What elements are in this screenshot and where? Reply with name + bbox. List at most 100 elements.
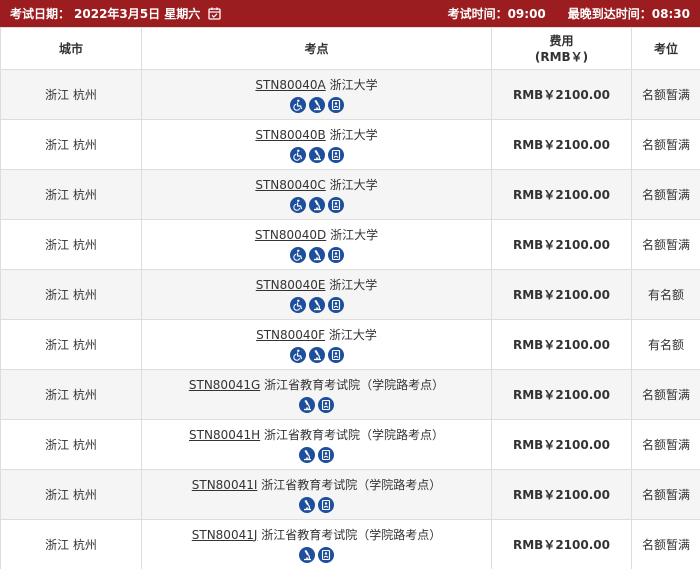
center-name: 浙江省教育考试院（学院路考点） [261,477,442,492]
test-center-table: 城市 考点 费用 (RMB￥) 考位 浙江 杭州 STN80040A 浙江大学 … [0,27,700,569]
id-card-icon [327,146,344,163]
fee-cell: RMB￥2100.00 [491,69,632,120]
facility-icons [142,296,491,313]
center-code-link[interactable]: STN80041G [189,378,260,392]
col-header-center: 考点 [141,27,492,70]
center-name: 浙江省教育考试院（学院路考点） [261,527,442,542]
center-name: 浙江大学 [329,177,378,192]
center-name: 浙江大学 [330,227,379,242]
microscope-icon [308,196,325,213]
center-code-link[interactable]: STN80040D [255,228,326,242]
city-cell: 浙江 杭州 [0,119,142,170]
fee-cell: RMB￥2100.00 [491,219,632,270]
center-cell: STN80041J 浙江省教育考试院（学院路考点） [141,519,492,569]
id-card-icon [318,396,334,413]
center-code-link[interactable]: STN80041I [192,478,258,492]
table-row: 浙江 杭州 STN80041G 浙江省教育考试院（学院路考点） RMB￥2100… [0,369,700,420]
exam-schedule-panel: 考试日期： 2022年3月5日 星期六 考试时间： 09:00 最晚到达时间： … [0,0,700,569]
center-code-link[interactable]: STN80040A [255,78,325,92]
seat-status-cell: 名额暂满 [631,219,700,270]
city-cell: 浙江 杭州 [0,369,142,420]
id-card-icon [327,346,344,363]
id-card-icon [327,196,344,213]
facility-icons [142,546,491,563]
seat-status-cell: 名额暂满 [631,69,700,120]
city-cell: 浙江 杭州 [0,269,142,320]
table-row: 浙江 杭州 STN80040A 浙江大学 RMB￥2100.00 名额暂满 [0,69,700,120]
fee-cell: RMB￥2100.00 [491,369,632,420]
center-name: 浙江大学 [329,127,378,142]
facility-icons [142,146,491,163]
exam-time-value: 09:00 [507,6,546,21]
center-code-link[interactable]: STN80040E [256,278,326,292]
center-cell: STN80040C 浙江大学 [141,169,492,220]
seat-status-cell: 名额暂满 [631,169,700,220]
wheelchair-icon [289,296,306,313]
table-row: 浙江 杭州 STN80041J 浙江省教育考试院（学院路考点） RMB￥2100… [0,519,700,569]
microscope-icon [299,446,315,463]
seat-status-cell: 名额暂满 [631,119,700,170]
table-row: 浙江 杭州 STN80041H 浙江省教育考试院（学院路考点） RMB￥2100… [0,419,700,470]
microscope-icon [299,396,315,413]
id-card-icon [318,446,334,463]
center-code-link[interactable]: STN80040B [255,128,325,142]
col-header-seat: 考位 [631,27,700,70]
id-card-icon [327,246,344,263]
center-name: 浙江大学 [329,277,378,292]
fee-cell: RMB￥2100.00 [491,269,632,320]
center-cell: STN80040A 浙江大学 [141,69,492,120]
table-row: 浙江 杭州 STN80040D 浙江大学 RMB￥2100.00 名额暂满 [0,219,700,270]
table-row: 浙江 杭州 STN80040C 浙江大学 RMB￥2100.00 名额暂满 [0,169,700,220]
city-cell: 浙江 杭州 [0,219,142,270]
table-header-row: 城市 考点 费用 (RMB￥) 考位 [0,27,700,70]
facility-icons [142,446,491,463]
id-card-icon [318,496,334,513]
fee-cell: RMB￥2100.00 [491,319,632,370]
seat-status-cell: 名额暂满 [631,419,700,470]
microscope-icon [308,346,325,363]
center-cell: STN80041I 浙江省教育考试院（学院路考点） [141,469,492,520]
center-cell: STN80041H 浙江省教育考试院（学院路考点） [141,419,492,470]
facility-icons [142,396,491,413]
exam-date-label: 考试日期： [10,7,71,21]
wheelchair-icon [289,346,306,363]
latest-arrival-label: 最晚到达时间： [567,7,652,21]
exam-time-label: 考试时间： [447,7,508,21]
seat-status-cell: 有名额 [631,319,700,370]
facility-icons [142,346,491,363]
center-code-link[interactable]: STN80041J [192,528,258,542]
fee-cell: RMB￥2100.00 [491,419,632,470]
wheelchair-icon [289,196,306,213]
center-code-link[interactable]: STN80040F [256,328,325,342]
city-cell: 浙江 杭州 [0,169,142,220]
center-code-link[interactable]: STN80041H [189,428,260,442]
facility-icons [142,496,491,513]
facility-icons [142,96,491,113]
seat-status-cell: 名额暂满 [631,369,700,420]
col-header-fee: 费用 (RMB￥) [491,27,632,70]
fee-cell: RMB￥2100.00 [491,119,632,170]
city-cell: 浙江 杭州 [0,419,142,470]
microscope-icon [299,496,315,513]
wheelchair-icon [289,96,306,113]
table-row: 浙江 杭州 STN80040B 浙江大学 RMB￥2100.00 名额暂满 [0,119,700,170]
center-cell: STN80041G 浙江省教育考试院（学院路考点） [141,369,492,420]
city-cell: 浙江 杭州 [0,469,142,520]
calendar-check-icon[interactable] [208,7,221,20]
facility-icons [142,246,491,263]
latest-arrival-value: 08:30 [651,6,690,21]
microscope-icon [299,546,315,563]
center-cell: STN80040B 浙江大学 [141,119,492,170]
city-cell: 浙江 杭州 [0,519,142,569]
seat-status-cell: 有名额 [631,269,700,320]
fee-cell: RMB￥2100.00 [491,469,632,520]
wheelchair-icon [289,146,306,163]
center-name: 浙江省教育考试院（学院路考点） [263,427,444,442]
facility-icons [142,196,491,213]
seat-status-cell: 名额暂满 [631,519,700,569]
center-cell: STN80040D 浙江大学 [141,219,492,270]
center-code-link[interactable]: STN80040C [255,178,325,192]
city-cell: 浙江 杭州 [0,319,142,370]
table-row: 浙江 杭州 STN80040F 浙江大学 RMB￥2100.00 有名额 [0,319,700,370]
fee-cell: RMB￥2100.00 [491,519,632,569]
